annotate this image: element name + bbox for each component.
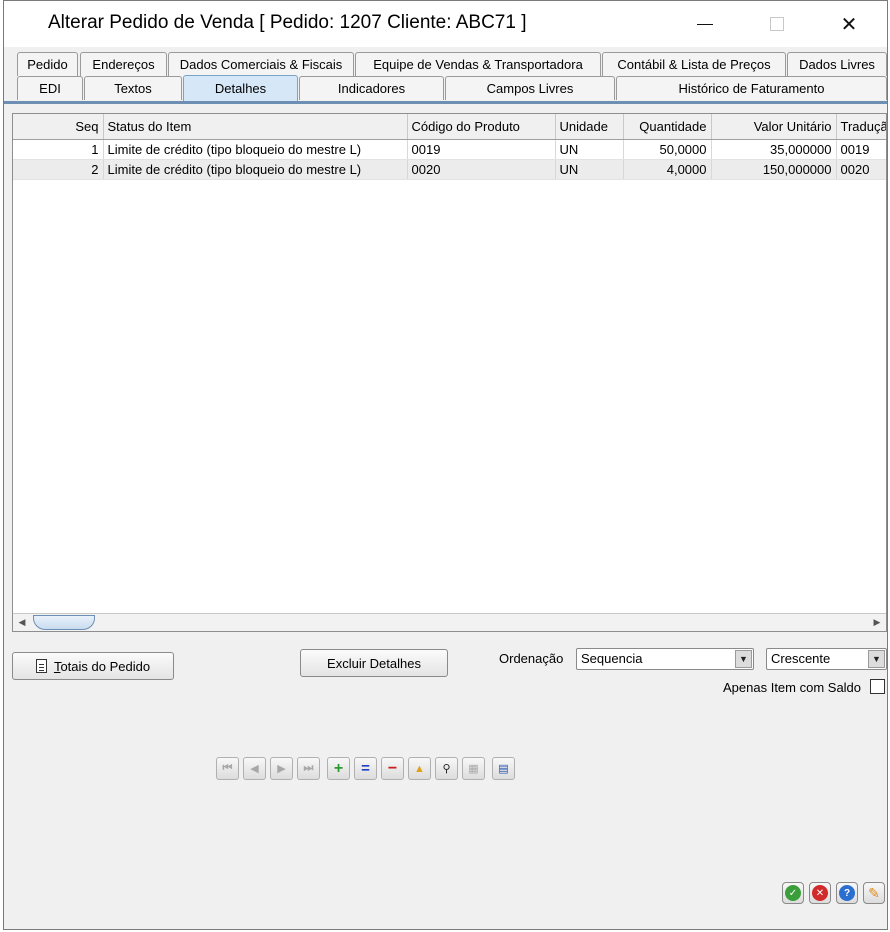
tab-indicadores[interactable]: Indicadores: [299, 76, 444, 100]
cell-status[interactable]: Limite de crédito (tipo bloqueio do mest…: [103, 139, 408, 160]
table-row[interactable]: 2 Limite de crédito (tipo bloqueio do me…: [13, 159, 886, 180]
cell-valor-unitario[interactable]: 150,000000: [711, 159, 837, 180]
tab-dados-comerciais[interactable]: Dados Comerciais & Fiscais: [168, 52, 354, 76]
apenas-item-saldo-label: Apenas Item com Saldo: [723, 680, 862, 695]
last-record-icon[interactable]: ⏭: [297, 757, 320, 780]
tab-label: Endereços: [92, 57, 155, 72]
tab-label: Equipe de Vendas & Transportadora: [373, 57, 583, 72]
tab-edi[interactable]: EDI: [17, 76, 83, 100]
col-header-codigo[interactable]: Código do Produto: [407, 114, 556, 140]
tab-label: Dados Comerciais & Fiscais: [179, 57, 343, 72]
search-icon[interactable]: ⚲: [435, 757, 458, 780]
grid-view-icon[interactable]: ▦: [462, 757, 485, 780]
cancel-icon: ✕: [812, 885, 828, 901]
tab-pedido[interactable]: Pedido: [17, 52, 78, 76]
form-view-icon[interactable]: ▤: [492, 757, 515, 780]
totais-pedido-label: Totais do Pedido: [53, 658, 151, 674]
totais-pedido-button[interactable]: Totais do Pedido: [12, 652, 174, 680]
cell-unidade[interactable]: UN: [555, 139, 624, 160]
ordenacao-field-value: Sequencia: [581, 651, 643, 666]
help-icon: ?: [839, 885, 855, 901]
scroll-left-icon[interactable]: ◀: [13, 614, 31, 631]
cell-quantidade[interactable]: 4,0000: [623, 159, 712, 180]
col-header-seq[interactable]: Seq: [13, 114, 104, 140]
chevron-down-icon[interactable]: ▼: [735, 650, 752, 668]
cell-valor-unitario[interactable]: 35,000000: [711, 139, 837, 160]
cell-traducao[interactable]: 0020: [836, 159, 886, 180]
tab-label: Campos Livres: [486, 81, 574, 96]
ordenacao-label: Ordenação: [499, 651, 564, 666]
tab-label: Dados Livres: [799, 57, 875, 72]
cancel-button[interactable]: ✕: [809, 882, 831, 904]
delete-record-icon[interactable]: −: [381, 757, 404, 780]
tab-enderecos[interactable]: Endereços: [80, 52, 167, 76]
tab-dados-livres[interactable]: Dados Livres: [787, 52, 887, 76]
tab-label: Pedido: [27, 57, 68, 72]
tab-label: EDI: [39, 81, 61, 96]
window-title: Alterar Pedido de Venda [ Pedido: 1207 C…: [48, 12, 527, 33]
tab-label: Detalhes: [214, 81, 267, 96]
col-header-valor-unitario[interactable]: Valor Unitário: [711, 114, 837, 140]
minimize-icon: [697, 23, 713, 25]
add-record-icon[interactable]: +: [327, 757, 350, 780]
chevron-down-icon[interactable]: ▼: [868, 650, 885, 668]
excluir-detalhes-label: Excluir Detalhes: [327, 655, 421, 671]
cell-codigo[interactable]: 0020: [407, 159, 556, 180]
next-record-icon[interactable]: ▶: [270, 757, 293, 780]
scroll-thumb[interactable]: [33, 615, 95, 630]
maximize-icon: [770, 17, 784, 31]
cell-quantidade[interactable]: 50,0000: [623, 139, 712, 160]
horizontal-scrollbar[interactable]: ◀ ▶: [13, 613, 886, 631]
tab-contabil[interactable]: Contábil & Lista de Preços: [602, 52, 786, 76]
col-header-status[interactable]: Status do Item: [103, 114, 408, 140]
edit-record-icon[interactable]: =: [354, 757, 377, 780]
cell-codigo[interactable]: 0019: [407, 139, 556, 160]
cell-seq[interactable]: 2: [13, 159, 104, 180]
dialog-window: Alterar Pedido de Venda [ Pedido: 1207 C…: [3, 0, 888, 930]
tab-label: Contábil & Lista de Preços: [617, 57, 771, 72]
tab-campos-livres[interactable]: Campos Livres: [445, 76, 615, 100]
excluir-detalhes-button[interactable]: Excluir Detalhes: [300, 649, 448, 677]
ok-icon: ✓: [785, 885, 801, 901]
close-button[interactable]: ✕: [826, 1, 872, 47]
document-icon: [35, 659, 47, 673]
close-icon: ✕: [840, 13, 858, 36]
table-header-row: Seq Status do Item Código do Produto Uni…: [13, 114, 886, 140]
tab-equipe-vendas[interactable]: Equipe de Vendas & Transportadora: [355, 52, 601, 76]
col-header-traducao[interactable]: Tradução: [836, 114, 886, 140]
prev-record-icon[interactable]: ◀: [243, 757, 266, 780]
scroll-right-icon[interactable]: ▶: [868, 614, 886, 631]
tab-label: Histórico de Faturamento: [678, 81, 825, 96]
ordenacao-field-select[interactable]: Sequencia ▼: [576, 648, 754, 670]
first-record-icon[interactable]: ⏮: [216, 757, 239, 780]
items-grid[interactable]: Seq Status do Item Código do Produto Uni…: [12, 113, 887, 632]
tab-historico-faturamento[interactable]: Histórico de Faturamento: [616, 76, 887, 100]
col-header-quantidade[interactable]: Quantidade: [623, 114, 712, 140]
cell-seq[interactable]: 1: [13, 139, 104, 160]
apenas-item-saldo-checkbox[interactable]: [870, 679, 885, 694]
tab-detalhes[interactable]: Detalhes: [183, 75, 298, 101]
settings-wrench-icon: ✎: [868, 884, 880, 901]
col-header-unidade[interactable]: Unidade: [555, 114, 624, 140]
tab-label: Indicadores: [337, 81, 406, 96]
table-row[interactable]: 1 Limite de crédito (tipo bloqueio do me…: [13, 139, 886, 160]
cell-unidade[interactable]: UN: [555, 159, 624, 180]
minimize-button[interactable]: [682, 1, 728, 47]
ordenacao-direction-select[interactable]: Crescente ▼: [766, 648, 887, 670]
tab-label: Textos: [114, 81, 152, 96]
tab-textos[interactable]: Textos: [84, 76, 182, 100]
title-bar: Alterar Pedido de Venda [ Pedido: 1207 C…: [4, 1, 887, 47]
up-icon[interactable]: ▲: [408, 757, 431, 780]
ok-button[interactable]: ✓: [782, 882, 804, 904]
help-button[interactable]: ?: [836, 882, 858, 904]
tab-divider: [4, 101, 887, 104]
items-table: Seq Status do Item Código do Produto Uni…: [13, 114, 886, 180]
maximize-button[interactable]: [754, 1, 800, 47]
cell-traducao[interactable]: 0019: [836, 139, 886, 160]
settings-button[interactable]: ✎: [863, 882, 885, 904]
cell-status[interactable]: Limite de crédito (tipo bloqueio do mest…: [103, 159, 408, 180]
ordenacao-direction-value: Crescente: [771, 651, 831, 666]
